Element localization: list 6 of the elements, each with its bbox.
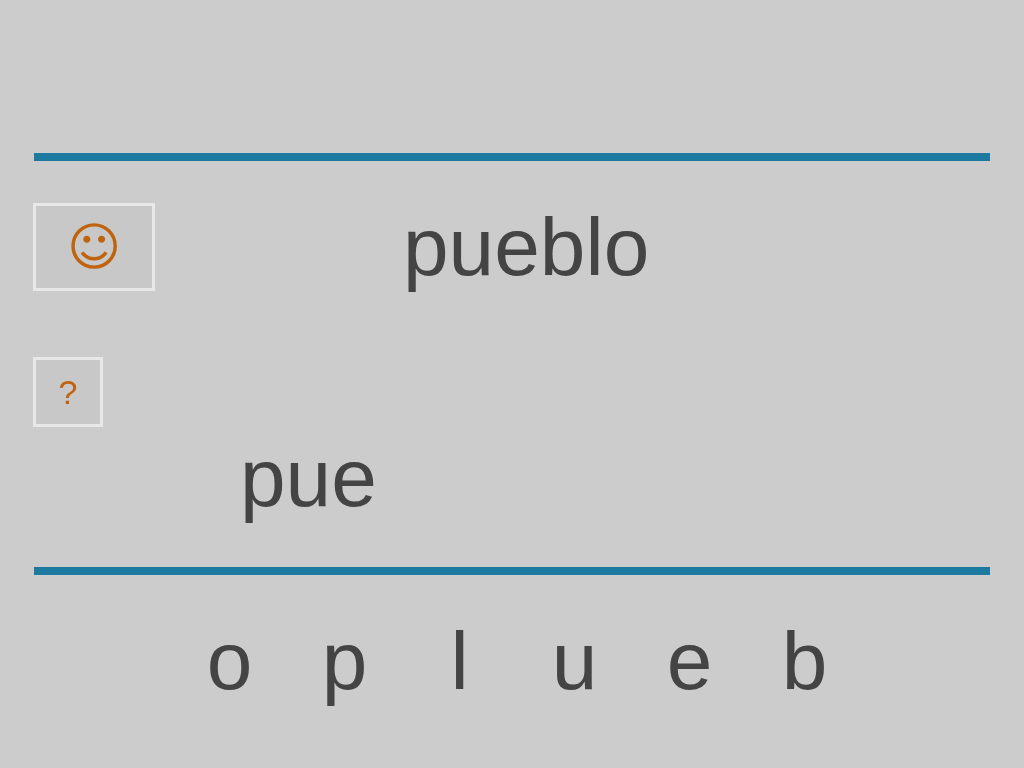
- letter-tile[interactable]: u: [517, 620, 632, 702]
- letter-tile[interactable]: b: [747, 620, 862, 702]
- letter-tile[interactable]: l: [402, 620, 517, 702]
- answer-text: pue: [240, 437, 378, 525]
- letter-tile[interactable]: e: [632, 620, 747, 702]
- letter-tile[interactable]: o: [172, 620, 287, 702]
